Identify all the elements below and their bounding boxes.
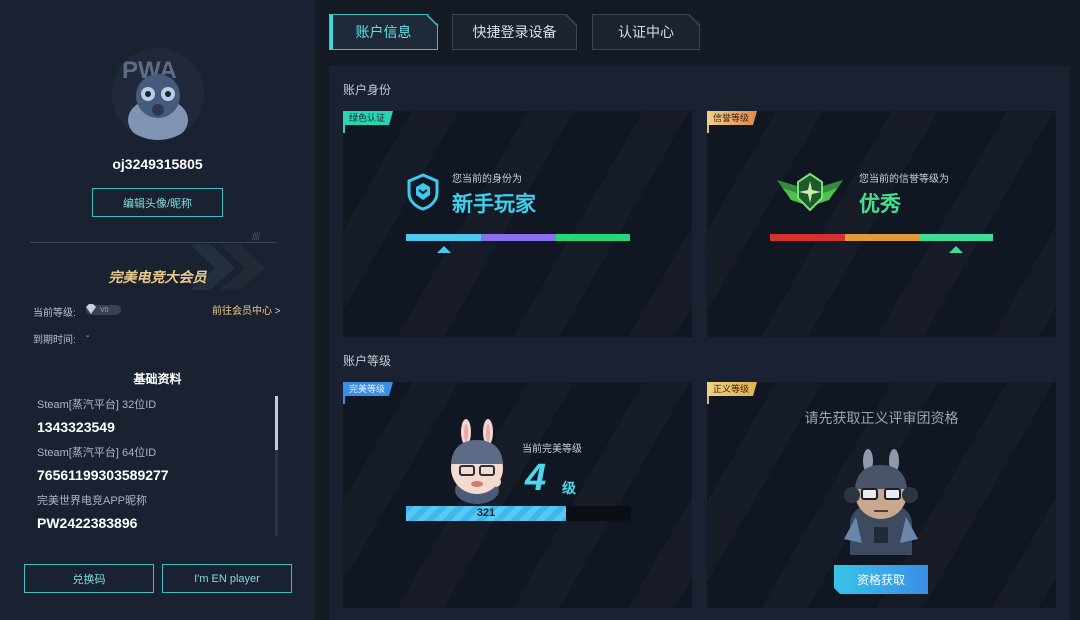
list-item: Steam[蒸汽平台] 64位ID 76561199303589277 <box>37 446 267 484</box>
en-player-button[interactable]: I'm EN player <box>162 564 292 593</box>
level-section-heading: 账户等级 <box>343 354 392 368</box>
bunny-mascot-icon <box>451 419 503 504</box>
steam-64-id-label: Steam[蒸汽平台] 64位ID <box>37 447 157 459</box>
basic-info-list: Steam[蒸汽平台] 32位ID 1343323549 Steam[蒸汽平台]… <box>37 398 267 542</box>
perfect-level-caption: 当前完美等级 <box>522 444 582 455</box>
credit-bar-segment <box>919 234 993 241</box>
scrollbar-thumb[interactable] <box>275 396 278 450</box>
perfect-level-number: 4 <box>525 457 547 499</box>
steam-64-id-value: 76561199303589277 <box>37 467 169 483</box>
credit-bar-segment <box>770 234 845 241</box>
justice-prompt: 请先获取正义评审团资格 <box>804 410 959 426</box>
sidebar: PWA oj3249315805 编辑头像/昵称 //// 完美电竞大会员 当前… <box>0 0 315 620</box>
credit-caption: 您当前的信誉等级为 <box>859 174 949 185</box>
list-item: 完美世界电竞APP昵称 PW2422383896 <box>37 494 267 532</box>
winged-badge-icon <box>777 172 843 212</box>
identity-value: 新手玩家 <box>452 193 536 216</box>
identity-card: 绿色认证 <box>343 111 692 337</box>
shield-icon <box>407 173 439 211</box>
identity-section-heading: 账户身份 <box>343 83 392 97</box>
steam-32-id-label: Steam[蒸汽平台] 32位ID <box>37 399 157 411</box>
perfect-level-card: 完美等级 <box>343 382 692 608</box>
xp-value: 321 <box>476 507 496 519</box>
expire-value: - <box>86 331 90 342</box>
list-item: Steam[蒸汽平台] 32位ID 1343323549 <box>37 398 267 436</box>
basic-info-title: 基础资料 <box>133 372 182 386</box>
identity-marker <box>437 246 451 253</box>
app-nickname-label: 完美世界电竞APP昵称 <box>37 495 148 507</box>
xp-progress-bar: 321 <box>406 506 631 521</box>
expire-label: 到期时间: <box>33 335 76 346</box>
avatar-image: PWA <box>112 48 204 140</box>
scrollbar[interactable] <box>275 396 278 536</box>
credit-bar-segment <box>845 234 919 241</box>
credit-value: 优秀 <box>859 193 901 216</box>
identity-bar-segment <box>481 234 556 241</box>
app-nickname-value: PW2422383896 <box>37 515 138 531</box>
edit-avatar-nickname-button[interactable]: 编辑头像/昵称 <box>92 188 223 217</box>
current-level-label: 当前等级: <box>33 308 76 319</box>
credit-level-tag: 信誉等级 <box>707 111 757 125</box>
tab-auth-center[interactable]: 认证中心 <box>592 14 700 50</box>
redeem-code-button[interactable]: 兑换码 <box>24 564 154 593</box>
credit-marker <box>949 246 963 253</box>
perfect-level-unit: 级 <box>562 480 576 496</box>
justice-level-tag: 正义等级 <box>707 382 757 396</box>
tab-account-info[interactable]: 账户信息 <box>329 14 438 50</box>
qualify-button[interactable]: 资格获取 <box>834 565 928 594</box>
identity-bar-segment <box>406 234 481 241</box>
credit-card: 信誉等级 <box>707 111 1056 337</box>
diamond-icon <box>86 304 96 314</box>
identity-caption: 您当前的身份为 <box>452 174 522 185</box>
bunny-officer-mascot-icon <box>844 449 918 555</box>
green-auth-tag: 绿色认证 <box>343 111 393 125</box>
username: oj3249315805 <box>112 156 203 172</box>
steam-32-id-value: 1343323549 <box>37 419 115 435</box>
member-center-link[interactable]: 前往会员中心 > <box>212 302 281 317</box>
identity-bar-segment <box>556 234 630 241</box>
member-title: 完美电竞大会员 <box>108 269 207 285</box>
avatar[interactable]: PWA <box>112 48 204 140</box>
tab-quick-login-devices[interactable]: 快捷登录设备 <box>452 14 577 50</box>
perfect-level-tag: 完美等级 <box>343 382 393 396</box>
